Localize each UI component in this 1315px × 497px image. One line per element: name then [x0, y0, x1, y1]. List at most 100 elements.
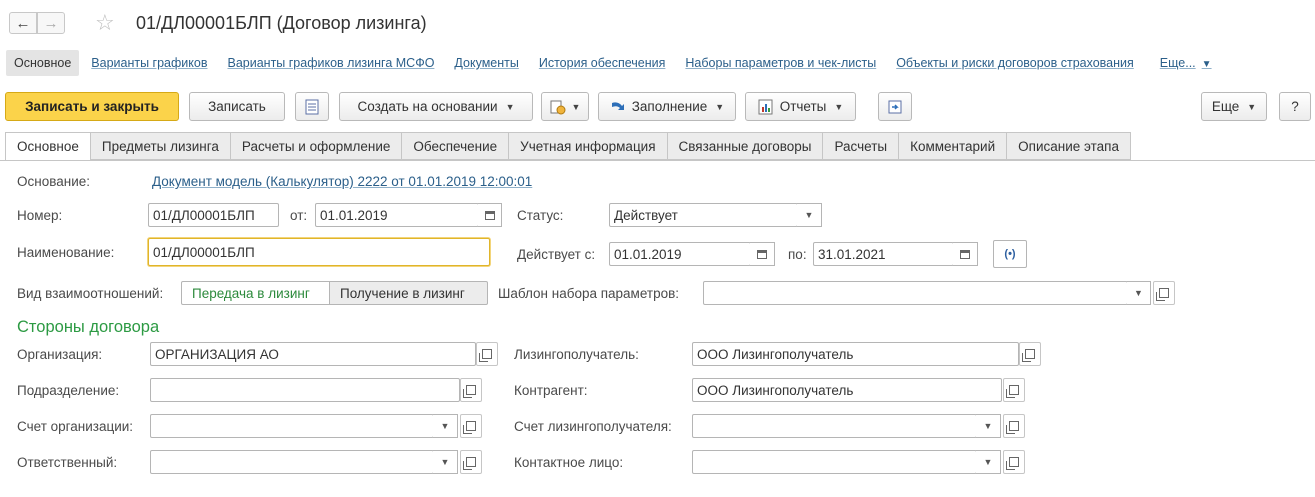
more-label: Еще — [1211, 99, 1240, 114]
lessee-label: Лизингополучатель: — [514, 347, 639, 362]
section-link-ifrs-schedules[interactable]: Варианты графиков лизинга МСФО — [227, 56, 434, 70]
save-and-close-button[interactable]: Записать и закрыть — [5, 92, 179, 121]
valid-from-calendar-button[interactable] — [750, 242, 775, 266]
contact-person-field[interactable] — [692, 450, 977, 474]
calendar-icon — [960, 249, 970, 259]
organization-field[interactable]: ОРГАНИЗАЦИЯ АО — [150, 342, 476, 366]
contact-person-open-button[interactable] — [1003, 450, 1025, 474]
responsible-open-button[interactable] — [460, 450, 482, 474]
status-dropdown-button[interactable]: ▼ — [797, 203, 822, 227]
lessee-open-button[interactable] — [1019, 342, 1041, 366]
responsible-label: Ответственный: — [17, 455, 118, 470]
section-link-parameter-sets[interactable]: Наборы параметров и чек-листы — [685, 56, 876, 70]
section-more-label: Еще... — [1159, 56, 1196, 70]
relation-option-lease-out[interactable]: Передача в лизинг — [181, 281, 330, 305]
period-icon: (•) — [1004, 248, 1016, 260]
organization-label: Организация: — [17, 347, 103, 362]
chevron-down-icon: ▼ — [983, 457, 993, 467]
tab-stage-description[interactable]: Описание этапа — [1006, 132, 1131, 160]
department-label: Подразделение: — [17, 383, 120, 398]
open-icon — [1156, 288, 1169, 301]
parameter-template-open-button[interactable] — [1153, 281, 1175, 305]
tab-comment[interactable]: Комментарий — [898, 132, 1007, 160]
tab-leasing-items[interactable]: Предметы лизинга — [89, 132, 230, 160]
export-icon — [888, 100, 902, 113]
department-open-button[interactable] — [460, 378, 482, 402]
responsible-field[interactable] — [150, 450, 434, 474]
tab-collateral[interactable]: Обеспечение — [401, 132, 509, 160]
document-list-button[interactable] — [295, 92, 329, 121]
relation-type-label: Вид взаимоотношений: — [17, 286, 164, 301]
attachments-button[interactable]: ▼ — [541, 92, 589, 121]
tab-settlements[interactable]: Расчеты — [822, 132, 899, 160]
parameter-template-label: Шаблон набора параметров: — [498, 286, 680, 301]
lessee-field[interactable]: ООО Лизингополучатель — [692, 342, 1019, 366]
organization-account-field[interactable] — [150, 414, 434, 438]
calendar-icon — [757, 249, 767, 259]
organization-account-open-button[interactable] — [460, 414, 482, 438]
parameter-template-field[interactable] — [703, 281, 1128, 305]
responsible-dropdown-button[interactable]: ▼ — [433, 450, 458, 474]
list-icon — [305, 99, 319, 114]
chevron-down-icon: ▼ — [983, 421, 993, 431]
organization-account-dropdown-button[interactable]: ▼ — [433, 414, 458, 438]
section-link-documents[interactable]: Документы — [454, 56, 518, 70]
period-select-button[interactable]: (•) — [993, 240, 1027, 268]
contact-person-label: Контактное лицо: — [514, 455, 624, 470]
section-link-insurance-objects[interactable]: Объекты и риски договоров страхования — [896, 56, 1134, 70]
basis-document-link[interactable]: Документ модель (Калькулятор) 2222 от 01… — [152, 174, 532, 189]
counterparty-open-button[interactable] — [1003, 378, 1025, 402]
fill-label: Заполнение — [631, 99, 708, 114]
tab-calculations-and-registration[interactable]: Расчеты и оформление — [229, 132, 402, 160]
department-field[interactable] — [150, 378, 460, 402]
tab-accounting-info[interactable]: Учетная информация — [508, 132, 667, 160]
section-main[interactable]: Основное — [6, 50, 80, 76]
from-date-calendar-button[interactable] — [478, 203, 502, 227]
chevron-down-icon: ▼ — [440, 457, 450, 467]
section-link-schedules[interactable]: Варианты графиков — [91, 56, 207, 70]
back-button[interactable]: ← — [9, 12, 37, 34]
open-icon — [463, 385, 476, 398]
open-icon — [1006, 385, 1019, 398]
lessee-account-field[interactable] — [692, 414, 977, 438]
valid-from-field[interactable]: 01.01.2019 — [609, 242, 751, 266]
tab-main[interactable]: Основное — [5, 132, 90, 161]
star-icon[interactable]: ☆ — [95, 10, 115, 36]
status-label: Статус: — [517, 208, 564, 223]
number-label: Номер: — [17, 208, 63, 223]
contact-person-dropdown-button[interactable]: ▼ — [976, 450, 1001, 474]
from-date-label: от: — [290, 208, 308, 223]
organization-open-button[interactable] — [476, 342, 498, 366]
page-title: 01/ДЛ00001БЛП (Договор лизинга) — [136, 13, 427, 33]
parameter-template-dropdown-button[interactable]: ▼ — [1127, 281, 1151, 305]
valid-to-label: по: — [788, 247, 807, 262]
valid-to-calendar-button[interactable] — [953, 242, 978, 266]
create-based-on-button[interactable]: Создать на основании ▼ — [339, 92, 533, 121]
relation-option-lease-in[interactable]: Получение в лизинг — [329, 281, 488, 305]
section-link-collateral-history[interactable]: История обеспечения — [539, 56, 666, 70]
triangle-down-icon: ▼ — [1201, 59, 1212, 70]
forward-button[interactable]: → — [37, 12, 65, 34]
lessee-account-open-button[interactable] — [1003, 414, 1025, 438]
reports-button[interactable]: Отчеты ▼ — [745, 92, 856, 121]
help-button[interactable]: ? — [1279, 92, 1311, 121]
counterparty-field[interactable]: ООО Лизингополучатель — [692, 378, 1002, 402]
counterparty-label: Контрагент: — [514, 383, 588, 398]
more-button[interactable]: Еще ▼ — [1201, 92, 1267, 121]
valid-from-label: Действует с: — [517, 247, 596, 262]
open-icon — [463, 421, 476, 434]
name-field[interactable]: 01/ДЛ00001БЛП — [148, 238, 490, 266]
save-button[interactable]: Записать — [189, 92, 285, 121]
from-date-field[interactable]: 01.01.2019 — [315, 203, 479, 227]
export-button[interactable] — [878, 92, 912, 121]
number-field[interactable]: 01/ДЛ00001БЛП — [148, 203, 279, 227]
tab-related-contracts[interactable]: Связанные договоры — [666, 132, 823, 160]
status-field[interactable]: Действует — [609, 203, 798, 227]
lessee-account-dropdown-button[interactable]: ▼ — [976, 414, 1001, 438]
section-links: Основное Варианты графиков Варианты граф… — [6, 50, 1212, 76]
fill-button[interactable]: Заполнение ▼ — [598, 92, 736, 121]
chevron-down-icon: ▼ — [804, 210, 814, 220]
section-more-link[interactable]: Еще... ▼ — [1160, 56, 1212, 70]
open-icon — [1006, 457, 1019, 470]
valid-to-field[interactable]: 31.01.2021 — [813, 242, 954, 266]
